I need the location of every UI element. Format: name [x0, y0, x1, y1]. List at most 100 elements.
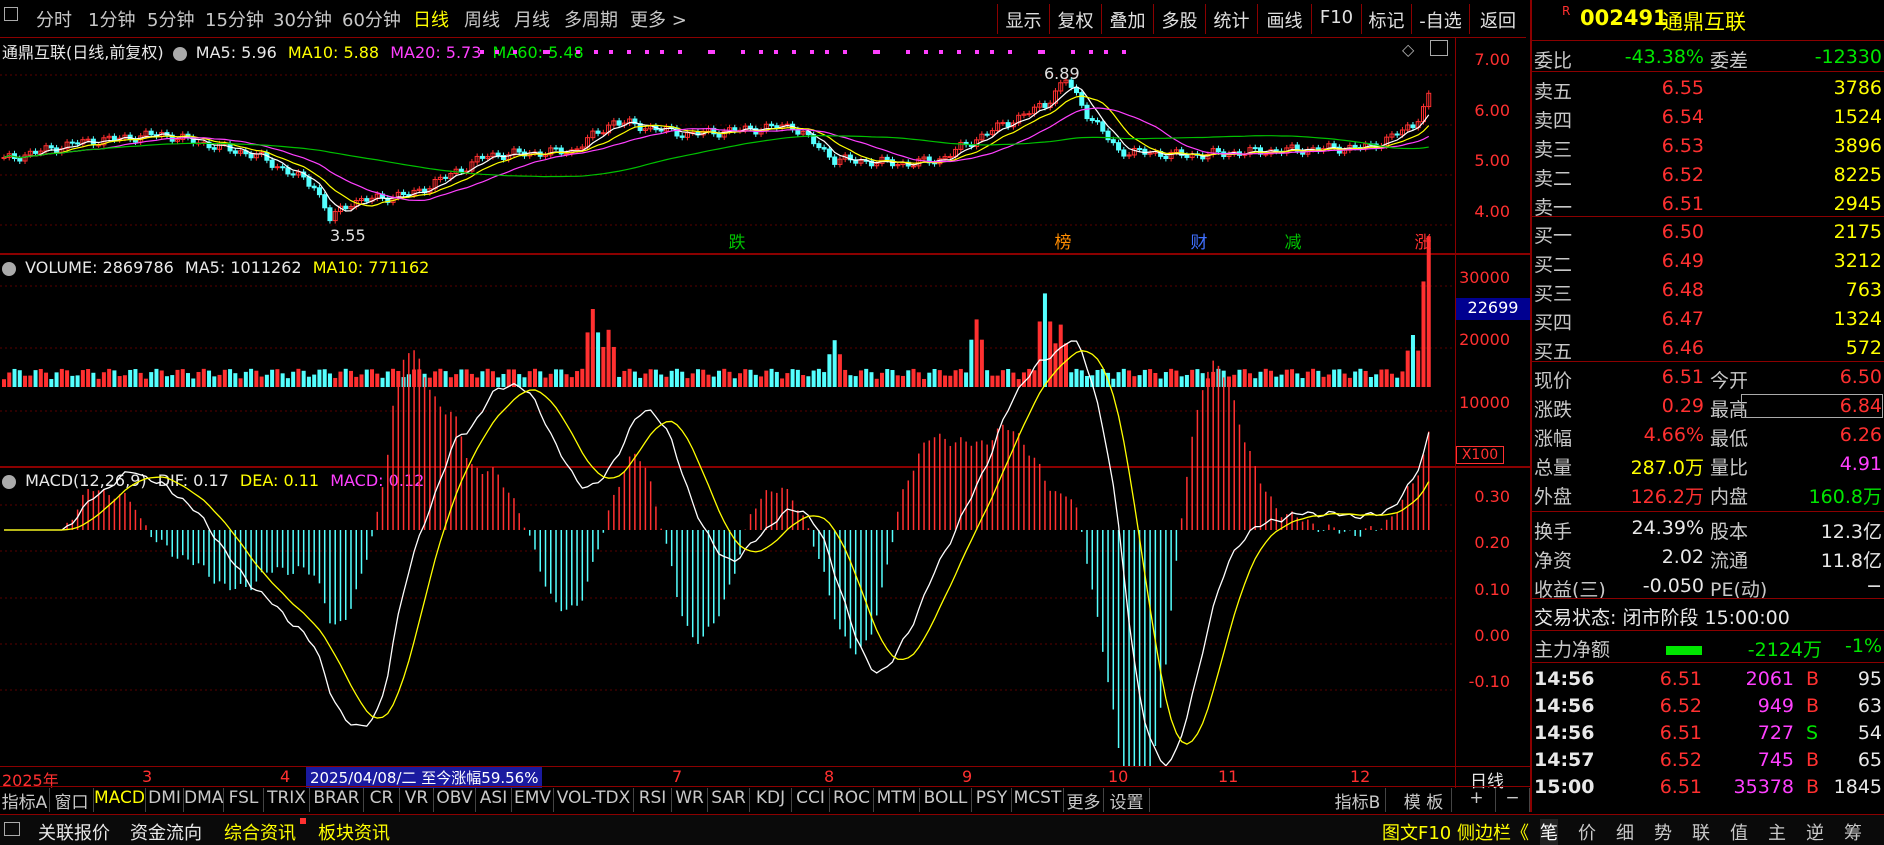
indicator-right-button[interactable]: + — [1458, 788, 1496, 812]
indicator-tab-sar[interactable]: SAR — [708, 788, 750, 812]
indicator-tab-vr[interactable]: VR — [400, 788, 434, 812]
display-button[interactable]: 显示 — [997, 4, 1049, 34]
tab-multi-period[interactable]: 多周期 — [564, 6, 618, 32]
indicator-tab-cr[interactable]: CR — [364, 788, 400, 812]
indicator-tab-rsi[interactable]: RSI — [634, 788, 672, 812]
window-menu-icon[interactable] — [4, 7, 18, 21]
indicator-tab-[interactable]: 设置 — [1104, 788, 1150, 813]
stat-value: 0.29 — [1661, 395, 1704, 417]
bid-volume: 3212 — [1833, 250, 1882, 272]
indicator-right-button[interactable]: − — [1496, 788, 1530, 812]
volume-bar — [706, 374, 711, 387]
indicator-tab-dma[interactable]: DMA — [184, 788, 224, 812]
candle-body — [1137, 148, 1143, 151]
side-tab[interactable]: 筹 — [1844, 819, 1862, 845]
tab-5min[interactable]: 5分钟 — [147, 6, 194, 32]
side-tab[interactable]: 笔 — [1540, 819, 1558, 845]
indicator-tab-kdj[interactable]: KDJ — [750, 788, 792, 812]
bid-price: 6.46 — [1661, 337, 1704, 359]
volume-bar — [1169, 368, 1174, 387]
adjust-button[interactable]: 复权 — [1049, 4, 1101, 34]
event-marker[interactable]: 涨 — [1412, 232, 1434, 254]
side-tab[interactable]: 细 — [1616, 819, 1634, 845]
volume-bar — [669, 370, 674, 387]
multi-stock-button[interactable]: 多股 — [1153, 4, 1205, 34]
stock-code[interactable]: 002491 — [1580, 6, 1668, 30]
volume-bar — [711, 376, 716, 387]
event-marker[interactable]: 减 — [1282, 232, 1304, 254]
tab-60min[interactable]: 60分钟 — [342, 6, 401, 32]
back-button[interactable]: 返回 — [1469, 4, 1526, 34]
stock-chart[interactable] — [0, 38, 1455, 766]
indicator-tab-voltdx[interactable]: VOL-TDX — [554, 788, 634, 812]
volume-bar — [75, 375, 80, 387]
overlay-button[interactable]: 叠加 — [1101, 4, 1153, 34]
stock-name[interactable]: 通鼎互联 — [1662, 6, 1746, 36]
candle-body — [832, 156, 838, 165]
side-tab[interactable]: 值 — [1730, 819, 1748, 845]
stat-value: 6.50 — [1839, 366, 1882, 388]
tab-monthly[interactable]: 月线 — [514, 6, 550, 32]
tab-daily[interactable]: 日线 — [413, 6, 449, 32]
indicator-tab-[interactable]: 更多 — [1064, 788, 1104, 813]
related-quotes-link[interactable]: 关联报价 — [38, 819, 110, 845]
menu-icon[interactable] — [4, 822, 20, 836]
indicator-right-button[interactable]: 模 板 — [1396, 788, 1452, 813]
event-marker[interactable]: 跌 — [726, 232, 748, 254]
tab-30min[interactable]: 30分钟 — [273, 6, 332, 32]
indicator-tab-mtm[interactable]: MTM — [874, 788, 920, 812]
indicator-tab-dmi[interactable]: DMI — [146, 788, 184, 812]
candle-body — [1352, 144, 1358, 148]
news-link[interactable]: 综合资讯 — [224, 819, 296, 845]
event-marker[interactable]: 榜 — [1052, 232, 1074, 254]
indicator-tab-a[interactable]: 指标A — [0, 788, 50, 813]
indicator-tab-cci[interactable]: CCI — [792, 788, 830, 812]
indicator-tab-roc[interactable]: ROC — [830, 788, 874, 812]
trade-status: 交易状态: 闭市阶段 15:00:00 — [1534, 607, 1790, 629]
indicator-tab-psy[interactable]: PSY — [972, 788, 1012, 812]
tab-1min[interactable]: 1分钟 — [88, 6, 135, 32]
indicator-tab-obv[interactable]: OBV — [434, 788, 476, 812]
f10-button[interactable]: F10 — [1311, 4, 1361, 34]
signal-dot — [939, 50, 943, 54]
side-tab[interactable]: 逆 — [1806, 819, 1824, 845]
indicator-tab-asi[interactable]: ASI — [476, 788, 512, 812]
volume-bar — [1142, 369, 1147, 387]
volume-bar — [296, 368, 301, 387]
side-tab[interactable]: 主 — [1768, 819, 1786, 845]
side-tab[interactable]: 联 — [1692, 819, 1710, 845]
f10-sidebar-link[interactable]: 图文F10 侧边栏《 — [1382, 819, 1529, 845]
volume-bar — [1000, 370, 1005, 387]
mark-button[interactable]: 标记 — [1361, 4, 1411, 34]
indicator-tab-[interactable]: 窗口 — [50, 788, 94, 813]
tab-more[interactable]: 更多 > — [630, 6, 687, 32]
watchlist-button[interactable]: -自选 — [1411, 4, 1469, 34]
statistics-button[interactable]: 统计 — [1205, 4, 1257, 34]
bid-price: 6.49 — [1661, 250, 1704, 272]
indicator-tab-macd[interactable]: MACD — [94, 788, 146, 812]
indicator-tab-fsl[interactable]: FSL — [224, 788, 264, 812]
tab-15min[interactable]: 15分钟 — [205, 6, 264, 32]
draw-button[interactable]: 画线 — [1257, 4, 1311, 34]
indicator-tab-trix[interactable]: TRIX — [264, 788, 310, 812]
volume-bar — [170, 375, 175, 387]
tab-weekly[interactable]: 周线 — [464, 6, 500, 32]
tab-intraday[interactable]: 分时 — [36, 6, 72, 32]
side-tab[interactable]: 势 — [1654, 819, 1672, 845]
indicator-tab-emv[interactable]: EMV — [512, 788, 554, 812]
volume-bar — [459, 369, 464, 387]
indicator-tab-brar[interactable]: BRAR — [310, 788, 364, 812]
ask-price: 6.51 — [1661, 193, 1704, 215]
volume-bar — [222, 369, 227, 387]
indicator-tab-wr[interactable]: WR — [672, 788, 708, 812]
volume-bar — [391, 368, 396, 387]
signal-dot — [660, 50, 664, 54]
divider — [1532, 216, 1884, 217]
event-marker[interactable]: 财 — [1188, 232, 1210, 254]
indicator-right-button[interactable]: 指标B — [1330, 788, 1386, 813]
indicator-tab-mcst[interactable]: MCST — [1012, 788, 1064, 812]
sector-news-link[interactable]: 板块资讯 — [318, 819, 390, 845]
fund-flow-link[interactable]: 资金流向 — [130, 819, 202, 845]
side-tab[interactable]: 价 — [1578, 819, 1596, 845]
indicator-tab-boll[interactable]: BOLL — [920, 788, 972, 812]
